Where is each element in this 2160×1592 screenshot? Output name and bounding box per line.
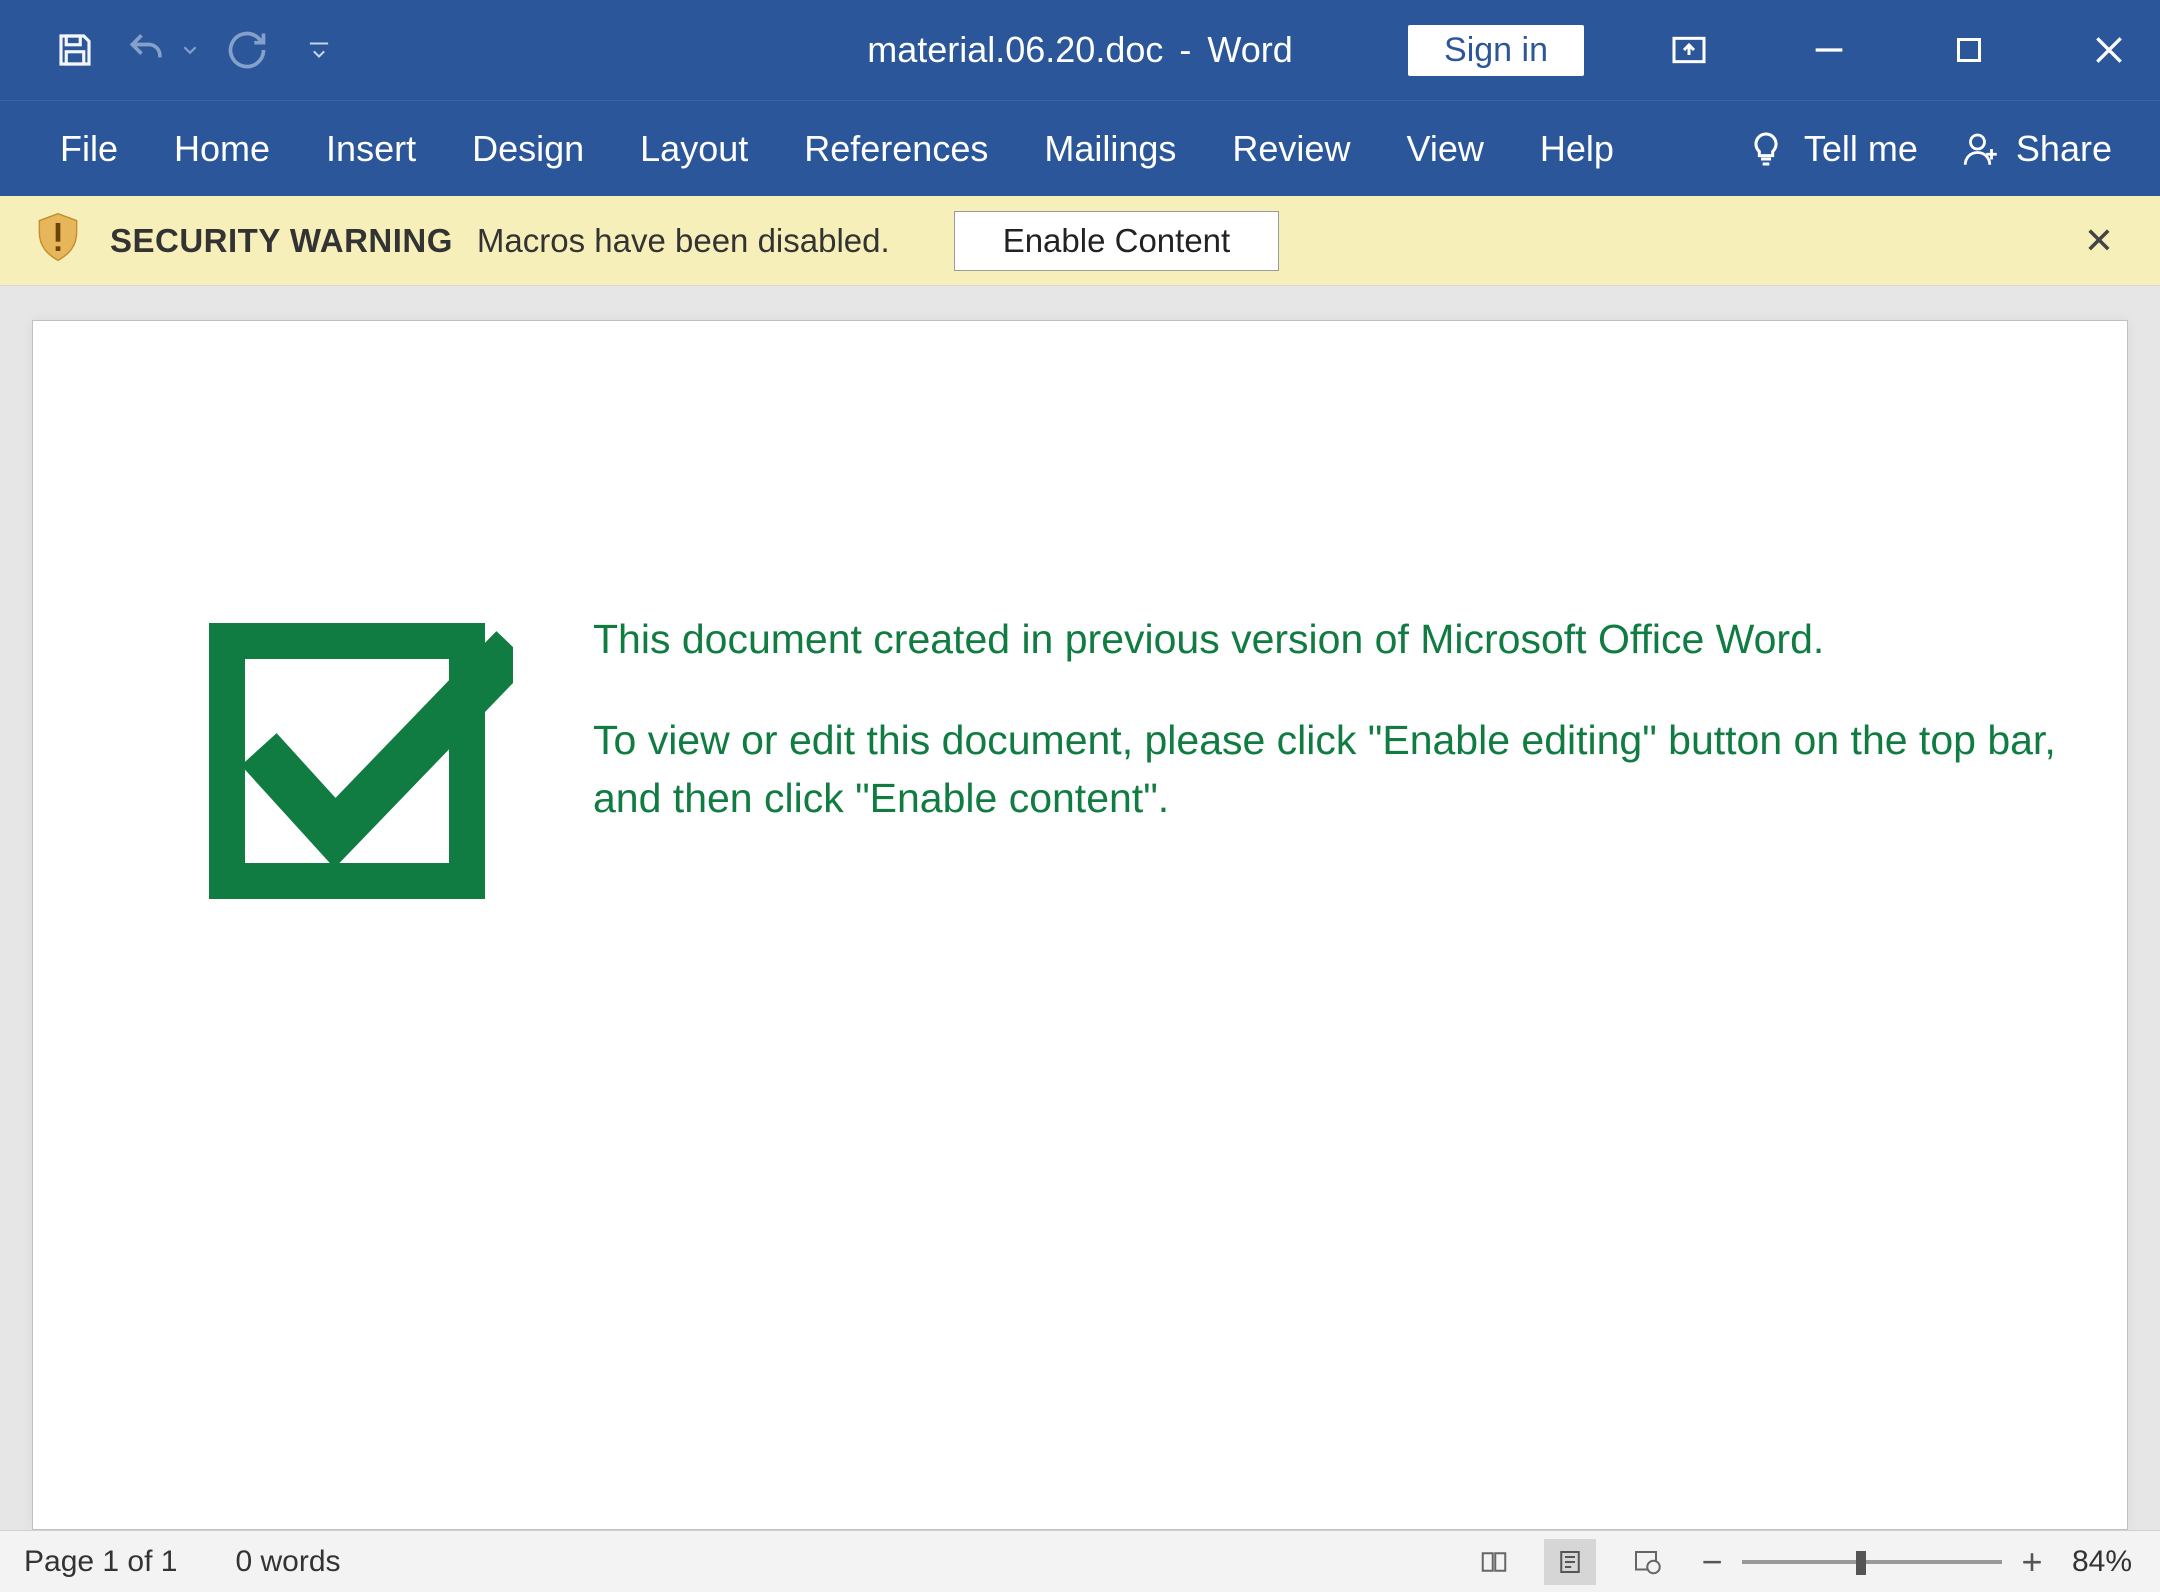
share-person-icon: [1960, 128, 2002, 170]
share-label: Share: [2016, 128, 2112, 170]
zoom-slider-track[interactable]: [1742, 1560, 2002, 1564]
title-bar-right: Sign in: [1408, 15, 2160, 85]
zoom-slider[interactable]: − +: [1696, 1541, 2048, 1583]
security-warning-title: SECURITY WARNING: [110, 222, 453, 260]
word-count-label[interactable]: 0 words: [235, 1545, 340, 1579]
lure-line-2: To view or edit this document, please cl…: [593, 712, 2057, 827]
tab-mailings[interactable]: Mailings: [1044, 128, 1176, 170]
security-warning-message: Macros have been disabled.: [477, 222, 890, 260]
sign-in-button[interactable]: Sign in: [1408, 25, 1584, 76]
zoom-slider-thumb[interactable]: [1856, 1551, 1866, 1575]
save-icon[interactable]: [50, 25, 100, 75]
tab-review[interactable]: Review: [1232, 128, 1350, 170]
status-left: Page 1 of 1 0 words: [24, 1545, 341, 1579]
tab-references[interactable]: References: [804, 128, 988, 170]
zoom-in-icon[interactable]: +: [2016, 1541, 2048, 1583]
lure-line-1: This document created in previous versio…: [593, 611, 2057, 668]
word-window: material.06.20.doc - Word Sign in: [0, 0, 2160, 1592]
tab-view[interactable]: View: [1406, 128, 1483, 170]
zoom-percent-label[interactable]: 84%: [2072, 1545, 2132, 1579]
tell-me-button[interactable]: Tell me: [1746, 128, 1918, 170]
tab-help[interactable]: Help: [1540, 128, 1614, 170]
document-lure-text: This document created in previous versio…: [593, 611, 2057, 827]
close-icon[interactable]: [2074, 15, 2144, 85]
status-bar: Page 1 of 1 0 words − + 84%: [0, 1530, 2160, 1592]
document-canvas: This document created in previous versio…: [0, 286, 2160, 1530]
page-count-label[interactable]: Page 1 of 1: [24, 1545, 177, 1579]
title-bar: material.06.20.doc - Word Sign in: [0, 0, 2160, 100]
checkbox-checkmark-icon: [193, 611, 513, 901]
ribbon-tabs-bar: File Home Insert Design Layout Reference…: [0, 100, 2160, 196]
document-filename: material.06.20.doc: [867, 29, 1163, 70]
ribbon-tabs: File Home Insert Design Layout Reference…: [0, 128, 1614, 170]
ribbon-display-options-icon[interactable]: [1654, 15, 1724, 85]
shield-warning-icon: [30, 209, 86, 273]
app-name: Word: [1207, 29, 1292, 70]
tab-layout[interactable]: Layout: [640, 128, 748, 170]
document-page: This document created in previous versio…: [32, 320, 2128, 1530]
undo-icon[interactable]: [122, 25, 172, 75]
warning-close-icon[interactable]: ✕: [2074, 220, 2124, 262]
enable-content-button[interactable]: Enable Content: [954, 211, 1280, 271]
ribbon-right: Tell me Share: [1746, 128, 2160, 170]
title-separator: -: [1179, 29, 1191, 70]
tell-me-label: Tell me: [1804, 128, 1918, 170]
share-button[interactable]: Share: [1960, 128, 2112, 170]
print-layout-icon[interactable]: [1544, 1539, 1596, 1585]
zoom-out-icon[interactable]: −: [1696, 1541, 1728, 1583]
document-body: This document created in previous versio…: [193, 611, 2057, 901]
lightbulb-icon: [1746, 129, 1786, 169]
undo-dropdown-icon[interactable]: [180, 25, 200, 75]
qat-customize-icon[interactable]: [294, 25, 344, 75]
status-right: − + 84%: [1468, 1539, 2132, 1585]
tab-file[interactable]: File: [60, 128, 118, 170]
web-layout-icon[interactable]: [1620, 1539, 1672, 1585]
minimize-icon[interactable]: [1794, 15, 1864, 85]
tab-insert[interactable]: Insert: [326, 128, 416, 170]
read-mode-icon[interactable]: [1468, 1539, 1520, 1585]
tab-home[interactable]: Home: [174, 128, 270, 170]
tab-design[interactable]: Design: [472, 128, 584, 170]
quick-access-toolbar: [0, 25, 344, 75]
security-warning-bar: SECURITY WARNING Macros have been disabl…: [0, 196, 2160, 286]
redo-icon[interactable]: [222, 25, 272, 75]
maximize-icon[interactable]: [1934, 15, 2004, 85]
